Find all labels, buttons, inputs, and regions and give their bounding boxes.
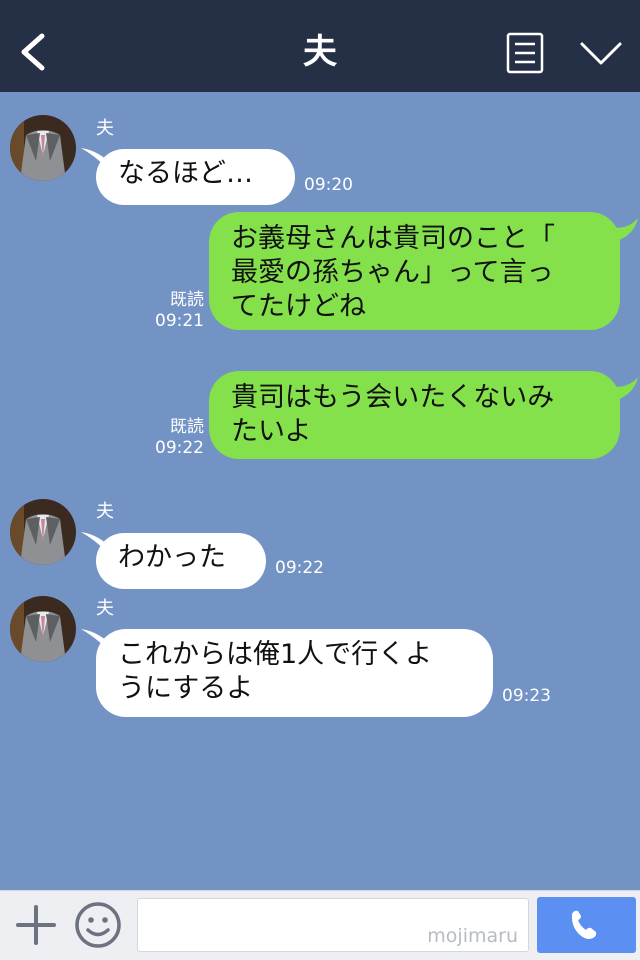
message-time: 09:22: [275, 558, 324, 578]
message-line: たいよ: [231, 416, 312, 447]
chat-area[interactable]: 夫 なるほど… 09:20 既読 09:21 お義母さんは貴司のこと「 最愛の孫…: [0, 92, 640, 890]
bubble-tail: [606, 218, 638, 242]
message-line: うにするよ: [118, 673, 254, 704]
smiley-icon[interactable]: [74, 901, 122, 949]
message-time: 09:22: [155, 438, 204, 458]
read-label: 既読: [170, 290, 204, 310]
sender-name: 夫: [96, 118, 114, 139]
message-line: これからは俺1人で行くよ: [118, 639, 433, 670]
plus-icon[interactable]: [14, 903, 58, 947]
avatar[interactable]: [10, 596, 76, 662]
message-time: 09:20: [304, 175, 353, 195]
chevron-down-icon[interactable]: [578, 36, 624, 72]
message-time: 09:23: [502, 686, 551, 706]
message-input-box[interactable]: mojimaru: [137, 898, 529, 952]
message-bubble[interactable]: 貴司はもう会いたくないみ たいよ: [209, 371, 620, 459]
message-text: なるほど…: [118, 158, 253, 189]
message-text: わかった: [118, 542, 226, 573]
message-line: お義母さんは貴司のこと「: [231, 223, 555, 254]
sender-name: 夫: [96, 501, 114, 522]
message-bubble[interactable]: わかった: [96, 533, 266, 589]
chat-header: 夫: [0, 0, 640, 92]
bubble-tail: [606, 377, 638, 401]
message-line: てたけどね: [231, 291, 366, 322]
message-bubble[interactable]: なるほど…: [96, 149, 295, 205]
read-receipt: 既読 09:22: [120, 417, 204, 459]
read-label: 既読: [170, 417, 204, 437]
message-bubble[interactable]: これからは俺1人で行くよ うにするよ: [96, 629, 493, 717]
avatar[interactable]: [10, 115, 76, 181]
read-receipt: 既読 09:21: [120, 290, 204, 332]
sender-name: 夫: [96, 598, 114, 619]
phone-icon: [571, 910, 597, 939]
input-bar: mojimaru: [0, 890, 640, 960]
note-list-icon[interactable]: [505, 31, 545, 75]
message-bubble[interactable]: お義母さんは貴司のこと「 最愛の孫ちゃん」って言っ てたけどね: [209, 212, 620, 330]
message-time: 09:21: [155, 311, 204, 331]
watermark: mojimaru: [427, 925, 518, 947]
avatar[interactable]: [10, 499, 76, 565]
message-line: 最愛の孫ちゃん」って言っ: [231, 257, 554, 288]
message-line: 貴司はもう会いたくないみ: [231, 382, 555, 413]
call-button[interactable]: [537, 897, 636, 953]
